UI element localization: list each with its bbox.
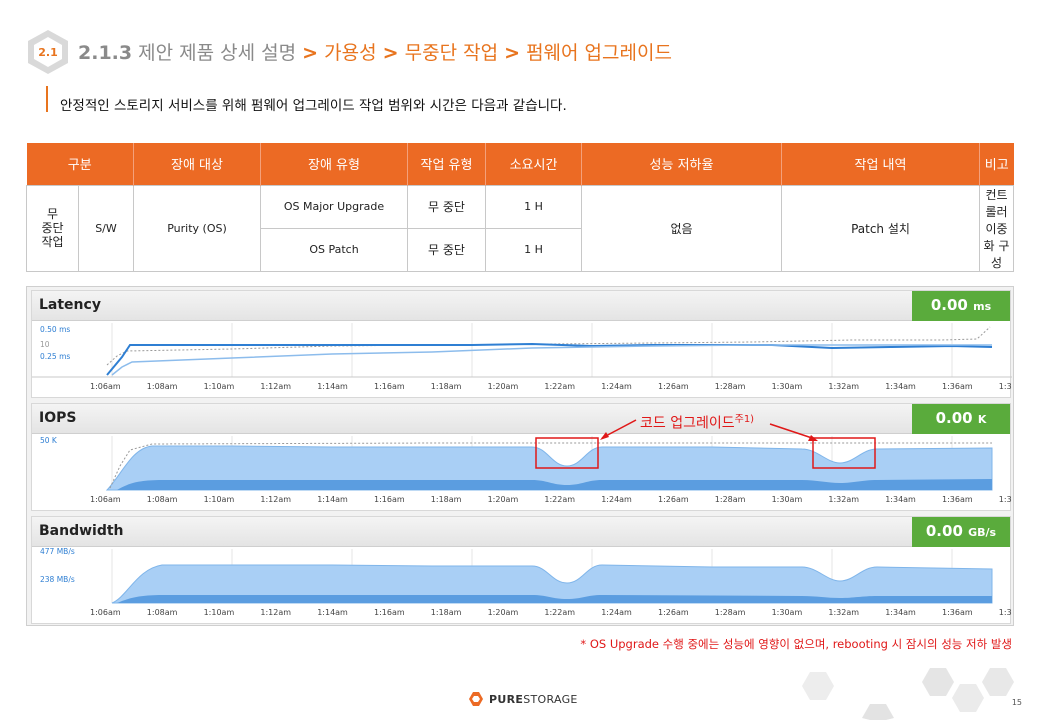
pure-storage-logo-icon xyxy=(469,692,483,706)
upgrade-highlight-box xyxy=(812,437,876,469)
brand-name: PURESTORAGE xyxy=(489,692,578,706)
brand-logo: PURESTORAGE xyxy=(468,691,578,707)
annotation-sup: 주1) xyxy=(734,414,755,425)
annotation-arrow xyxy=(769,423,816,440)
hexagon-decoration xyxy=(802,668,1014,720)
annotation-label: 코드 업그레이드주1) xyxy=(640,410,754,433)
upgrade-highlight-box xyxy=(535,437,599,469)
annotation-text: 코드 업그레이드 xyxy=(640,415,735,432)
annotation-overlay xyxy=(535,419,876,469)
page-number: 15 xyxy=(1011,698,1022,707)
footnote: * OS Upgrade 수행 중에는 성능에 영향이 없으며, rebooti… xyxy=(580,637,1012,651)
arrow-head-icon xyxy=(600,432,609,440)
